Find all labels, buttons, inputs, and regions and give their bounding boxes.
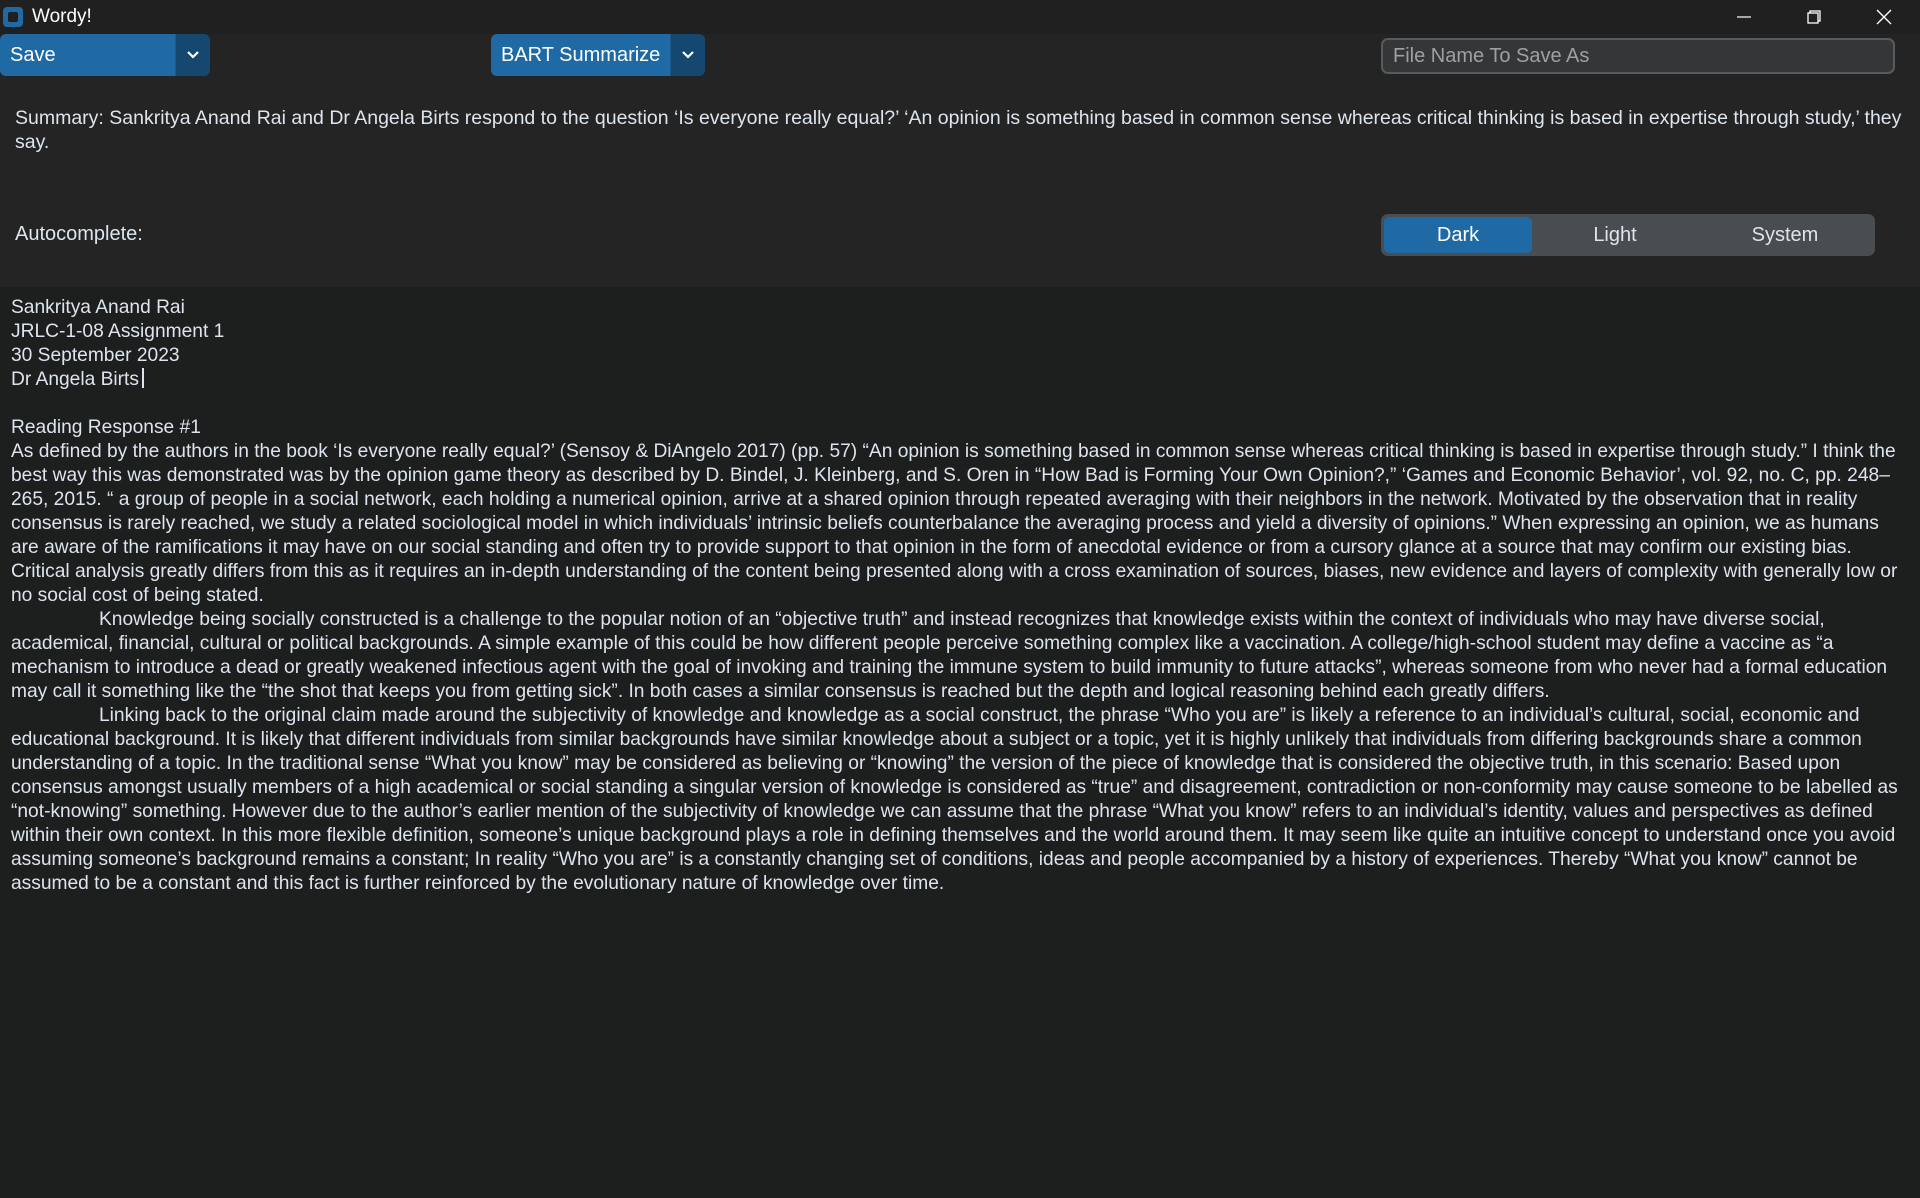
summarize-split-button: BART Summarize (491, 34, 705, 76)
document-heading: Reading Response #1 (11, 417, 201, 438)
autocomplete-label: Autocomplete: (15, 223, 143, 245)
save-button[interactable]: Save (0, 34, 176, 76)
summarize-dropdown-button[interactable] (670, 34, 705, 76)
header-line: Dr Angela Birts (11, 369, 139, 390)
close-icon (1876, 9, 1892, 25)
minimize-button[interactable] (1712, 0, 1776, 34)
appearance-option-light[interactable]: Light (1532, 217, 1698, 253)
editor-textbox[interactable]: Sankritya Anand Rai JRLC-1-08 Assignment… (0, 287, 1920, 1198)
filename-input[interactable] (1381, 38, 1895, 74)
app-window: Wordy! Save BART Summarize Summary: Sank… (0, 0, 1920, 1198)
summary-text: Summary: Sankritya Anand Rai and Dr Ange… (15, 107, 1902, 153)
minimize-icon (1737, 16, 1751, 18)
header-line: Sankritya Anand Rai (11, 297, 185, 318)
summarize-button[interactable]: BART Summarize (491, 34, 671, 76)
text-caret (141, 368, 144, 388)
editor-content: Sankritya Anand Rai JRLC-1-08 Assignment… (11, 296, 1911, 896)
chevron-down-icon (682, 51, 694, 59)
app-icon (3, 7, 23, 27)
close-button[interactable] (1852, 0, 1916, 34)
document-paragraph: Knowledge being socially constructed is … (11, 609, 1888, 702)
save-split-button: Save (0, 34, 210, 76)
restore-button[interactable] (1782, 0, 1846, 34)
header-line-with-caret: Dr Angela Birts (11, 368, 1911, 392)
appearance-option-dark[interactable]: Dark (1384, 217, 1532, 253)
save-dropdown-button[interactable] (175, 34, 210, 76)
restore-icon (1807, 10, 1821, 24)
document-paragraph: As defined by the authors in the book ‘I… (11, 441, 1898, 606)
header-line: JRLC-1-08 Assignment 1 (11, 321, 225, 342)
appearance-option-system[interactable]: System (1698, 217, 1872, 253)
header-line: 30 September 2023 (11, 345, 180, 366)
title-bar: Wordy! (0, 0, 1920, 34)
appearance-mode-selector: Dark Light System (1381, 214, 1875, 256)
window-title: Wordy! (32, 6, 92, 27)
document-paragraph: Linking back to the original claim made … (11, 705, 1898, 894)
chevron-down-icon (187, 51, 199, 59)
